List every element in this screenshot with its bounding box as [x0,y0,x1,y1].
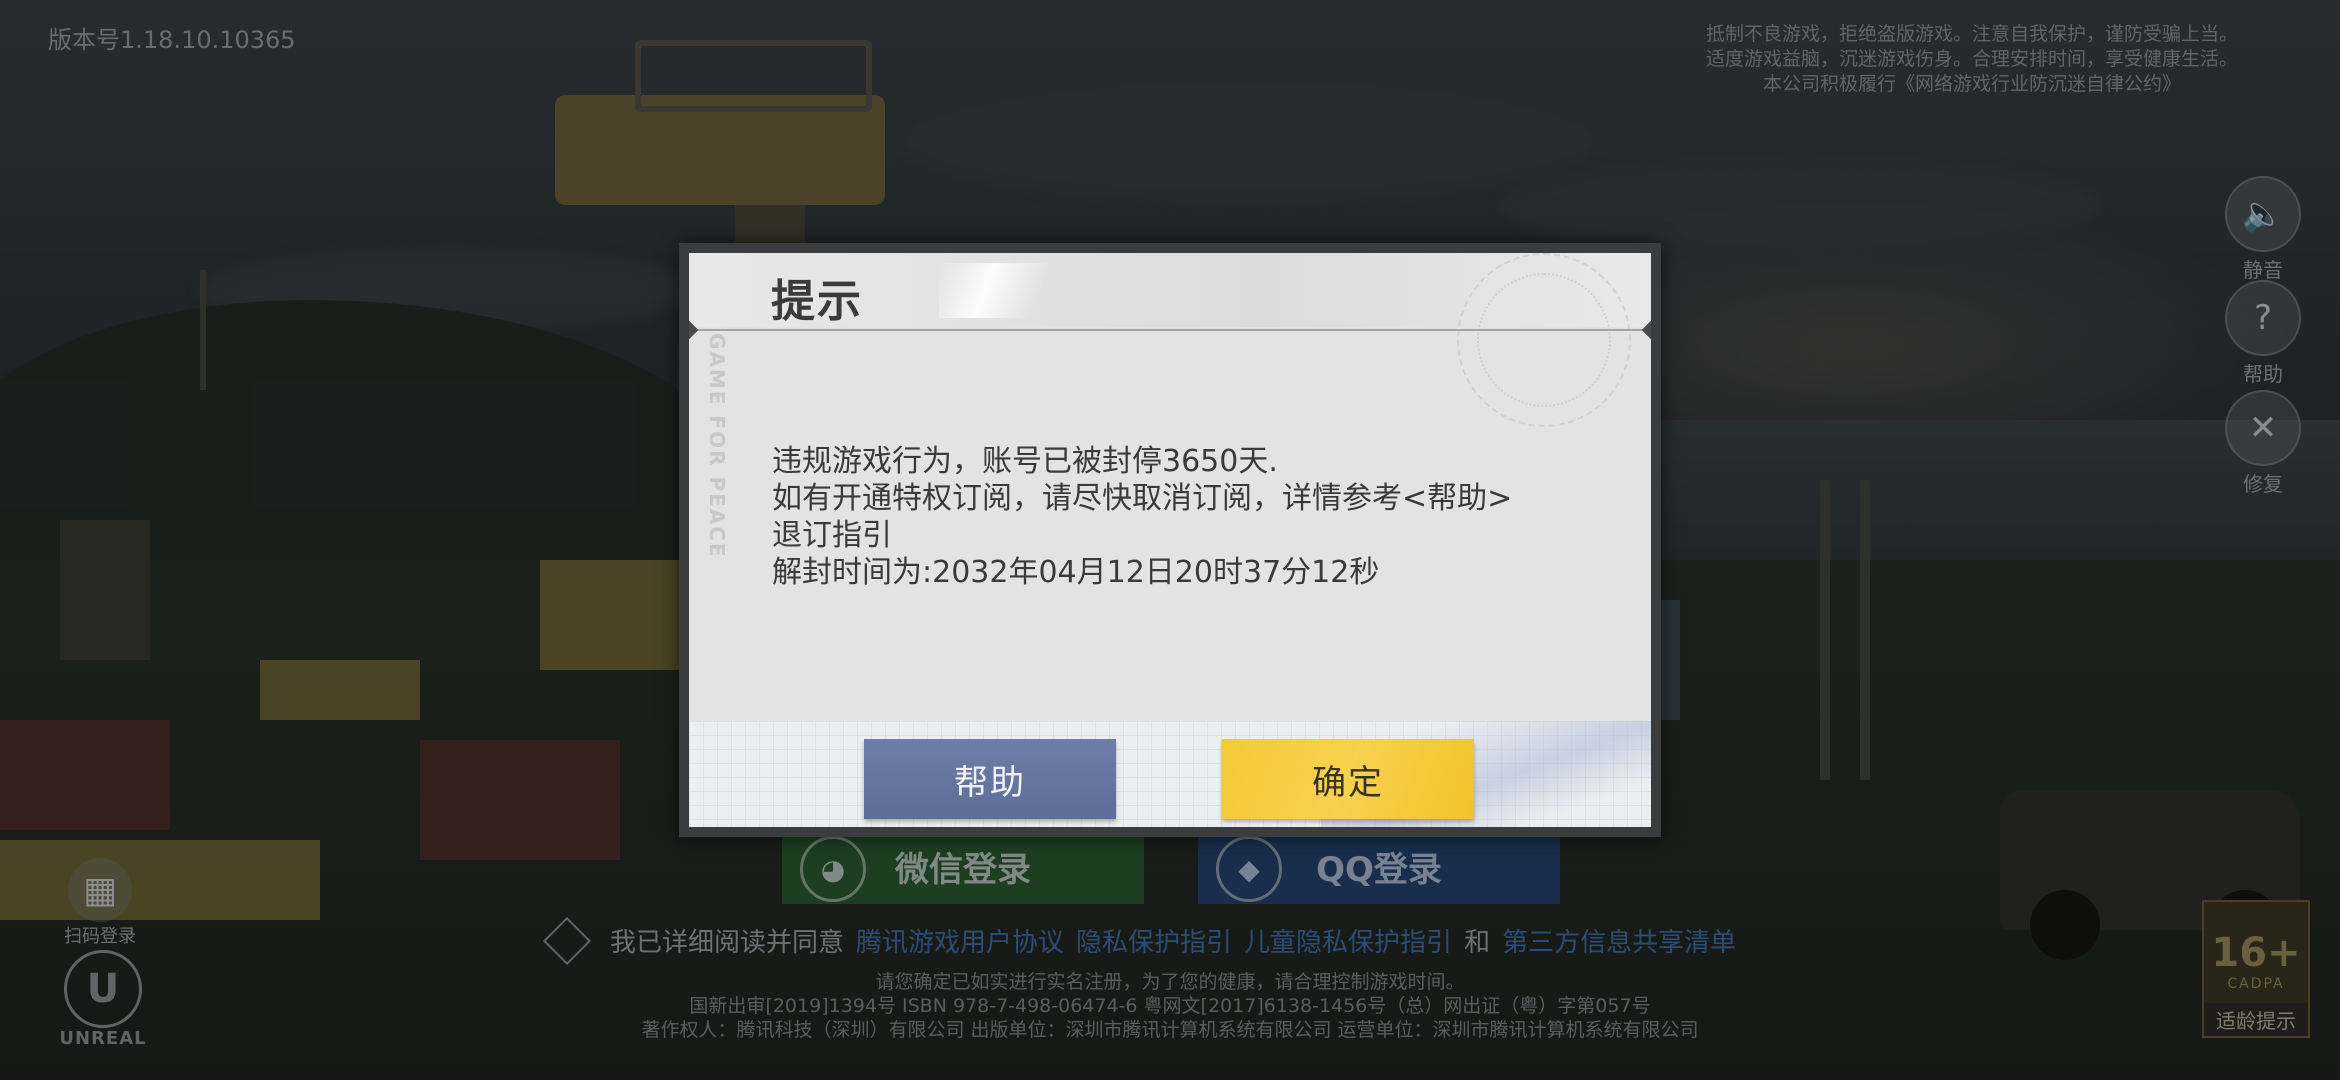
dialog-message: 违规游戏行为，账号已被封停3650天. 如有开通特权订阅，请尽快取消订阅，详情参… [772,443,1632,591]
dialog-footer [689,721,1651,827]
message-line: 如有开通特权订阅，请尽快取消订阅，详情参考<帮助> [772,481,1513,516]
dialog-title: 提示 [771,276,863,327]
help-button[interactable]: 帮助 [864,739,1116,819]
message-line: 退订指引 [772,518,892,553]
dialog-header: 提示 [689,253,1651,427]
unban-time: 解封时间为:2032年04月12日20时37分12秒 [772,555,1380,590]
confirm-button[interactable]: 确定 [1222,739,1474,819]
header-divider [689,329,1651,331]
ban-notice-dialog: 提示 GAME FOR PEACE 违规游戏行为，账号已被封停3650天. 如有… [679,243,1661,837]
dialog-watermark: GAME FOR PEACE [705,333,729,559]
dialog-panel: 提示 GAME FOR PEACE 违规游戏行为，账号已被封停3650天. 如有… [689,253,1651,827]
message-line: 违规游戏行为，账号已被封停3650天. [772,444,1278,479]
